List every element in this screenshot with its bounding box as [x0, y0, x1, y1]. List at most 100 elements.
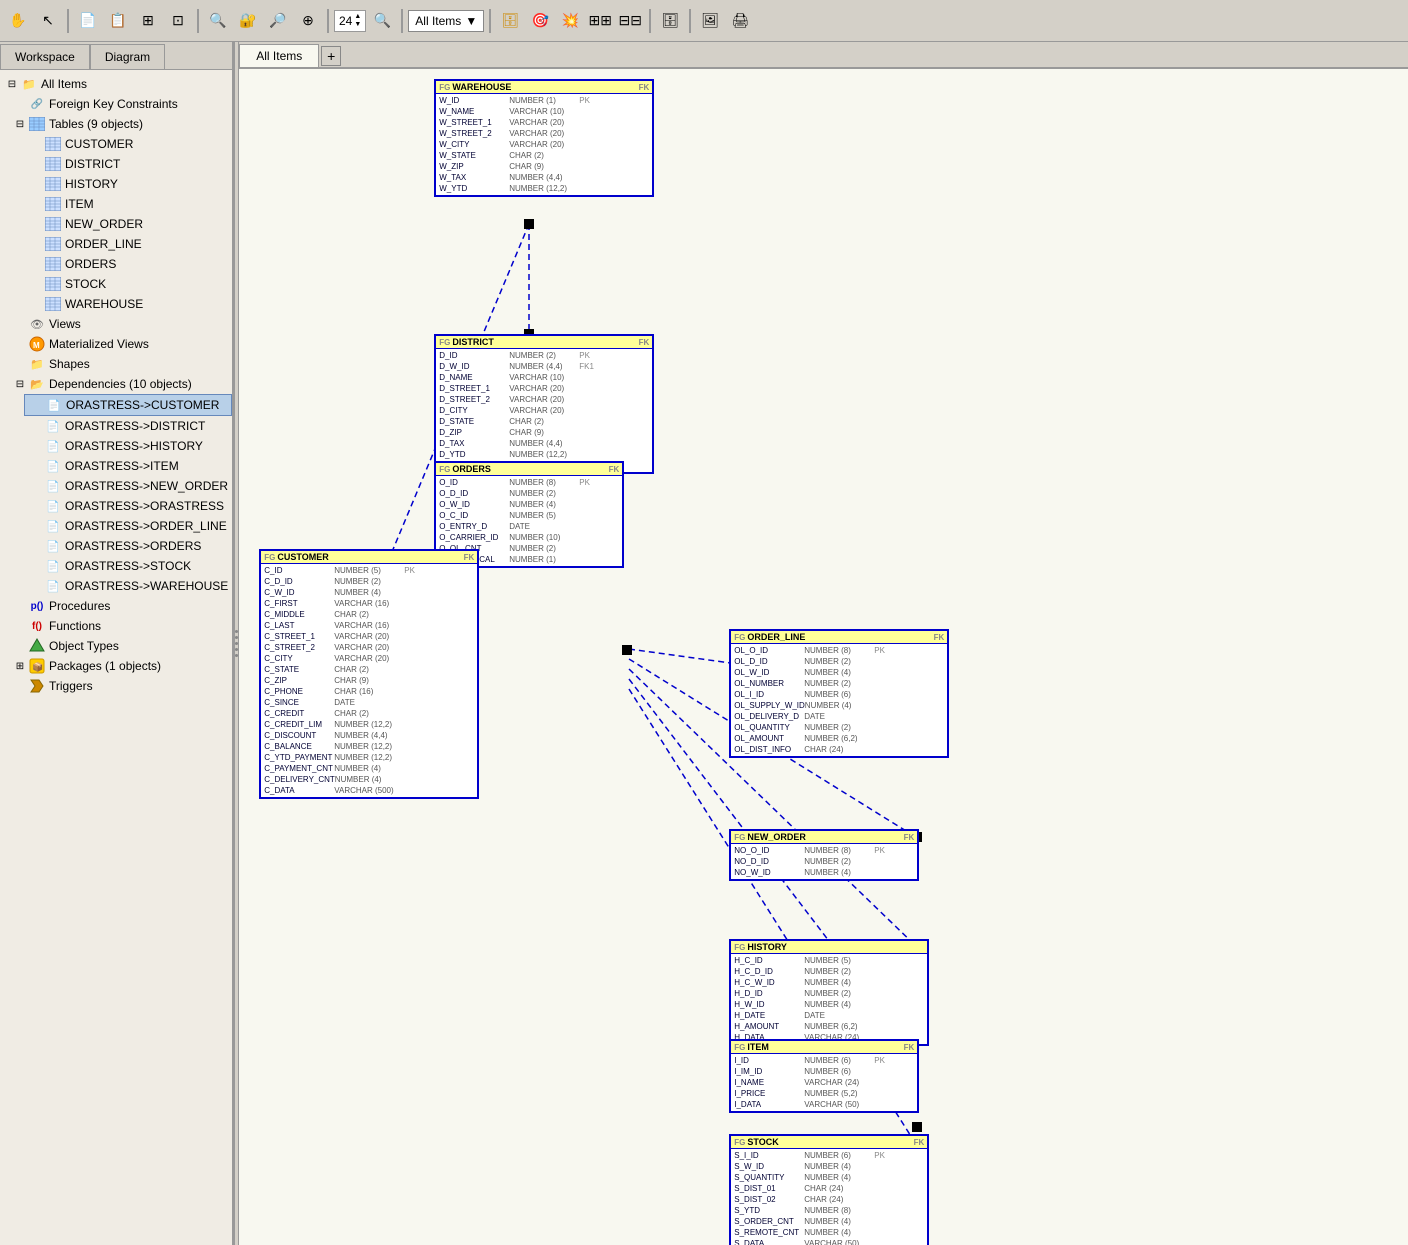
tree-item-dep10[interactable]: 📄 ORASTRESS->WAREHOUSE: [24, 576, 232, 596]
diagram-tab-all-items[interactable]: All Items: [239, 44, 319, 67]
procedures-label: Procedures: [49, 599, 110, 613]
dep2-label: ORASTRESS->DISTRICT: [65, 419, 205, 433]
db-table-district[interactable]: FG DISTRICT FK D_IDNUMBER (2)PK D_W_IDNU…: [434, 334, 654, 474]
plus-btn[interactable]: ⊕: [294, 7, 322, 35]
root-expander[interactable]: ⊟: [4, 76, 20, 92]
dep-icon-9: 📄: [44, 558, 62, 574]
tree-item-stock[interactable]: STOCK: [24, 274, 232, 294]
copy-btn[interactable]: 📋: [104, 7, 132, 35]
grid2-btn[interactable]: ⊡: [164, 7, 192, 35]
tree-item-dep4[interactable]: 📄 ORASTRESS->ITEM: [24, 456, 232, 476]
table-icon-order-line: [44, 236, 62, 252]
grid-btn[interactable]: ⊞: [134, 7, 162, 35]
tree-item-packages[interactable]: ⊞ 📦 Packages (1 objects): [8, 656, 232, 676]
img-btn1[interactable]: 🖼: [696, 7, 724, 35]
object-types-label: Object Types: [49, 639, 119, 653]
tree-item-shapes[interactable]: 📁 Shapes: [8, 354, 232, 374]
tree-item-views[interactable]: 👁 Views: [8, 314, 232, 334]
tree-item-object-types[interactable]: Object Types: [8, 636, 232, 656]
tree-item-triggers[interactable]: Triggers: [8, 676, 232, 696]
db-table-customer-header: FG CUSTOMER FK: [261, 551, 477, 564]
tree-item-dep2[interactable]: 📄 ORASTRESS->DISTRICT: [24, 416, 232, 436]
add-diagram-tab-btn[interactable]: +: [321, 46, 341, 66]
tree-item-dep8[interactable]: 📄 ORASTRESS->ORDERS: [24, 536, 232, 556]
tree-item-dep1[interactable]: 📄 ORASTRESS->CUSTOMER: [24, 394, 232, 416]
db-btn4[interactable]: ⊞⊞: [586, 7, 614, 35]
triggers-label: Triggers: [49, 679, 93, 693]
orders-label: ORDERS: [65, 257, 116, 271]
table-row: C_CREDIT_LIMNUMBER (12,2): [262, 719, 476, 730]
db-table-history-header: FG HISTORY: [731, 941, 927, 954]
tree-item-tables[interactable]: ⊟ Tables (9 objects): [8, 114, 232, 134]
db-btn3[interactable]: 💥: [556, 7, 584, 35]
db-table-warehouse[interactable]: FG WAREHOUSE FK W_IDNUMBER (1)PK W_NAMEV…: [434, 79, 654, 197]
separator-6: [649, 9, 651, 33]
tree-item-dep6[interactable]: 📄 ORASTRESS->ORASTRESS: [24, 496, 232, 516]
deps-expander[interactable]: ⊟: [12, 376, 28, 392]
tree-item-functions[interactable]: f() Functions: [8, 616, 232, 636]
tab-workspace[interactable]: Workspace: [0, 44, 90, 69]
tree-item-customer[interactable]: CUSTOMER: [24, 134, 232, 154]
views-label: Views: [49, 317, 81, 331]
all-items-dropdown[interactable]: All Items ▼: [408, 10, 484, 32]
resize-dot: [235, 630, 238, 633]
packages-expander[interactable]: ⊞: [12, 658, 28, 674]
resize-dot: [235, 654, 238, 657]
img-btn2[interactable]: 🖨: [726, 7, 754, 35]
customer-label: CUSTOMER: [65, 137, 133, 151]
tree-item-fk[interactable]: 🔗 Foreign Key Constraints: [8, 94, 232, 114]
tree-item-dep9[interactable]: 📄 ORASTRESS->STOCK: [24, 556, 232, 576]
db-table-order-line[interactable]: FG ORDER_LINE FK OL_O_IDNUMBER (8)PK OL_…: [729, 629, 949, 758]
new-order-label: NEW_ORDER: [65, 217, 143, 231]
table-row: C_YTD_PAYMENTNUMBER (12,2): [262, 752, 476, 763]
search-btn[interactable]: 🔍: [204, 7, 232, 35]
print-btn[interactable]: 🗄: [656, 7, 684, 35]
tree-item-dep3[interactable]: 📄 ORASTRESS->HISTORY: [24, 436, 232, 456]
dep-icon-7: 📄: [44, 518, 62, 534]
table-icon-orders: [44, 256, 62, 272]
tree-item-history[interactable]: HISTORY: [24, 174, 232, 194]
table-row: H_W_IDNUMBER (4): [732, 999, 926, 1010]
tree-item-dependencies[interactable]: ⊟ 📂 Dependencies (10 objects): [8, 374, 232, 394]
tab-diagram[interactable]: Diagram: [90, 44, 165, 69]
table-row: C_FIRSTVARCHAR (16): [262, 598, 476, 609]
svg-text:📦: 📦: [32, 661, 43, 672]
tree-root[interactable]: ⊟ 📁 All Items: [0, 74, 232, 94]
db-table-new-order[interactable]: FG NEW_ORDER FK NO_O_IDNUMBER (8)PK NO_D…: [729, 829, 919, 881]
fit-btn[interactable]: 🔍: [368, 7, 396, 35]
tree-item-dep5[interactable]: 📄 ORASTRESS->NEW_ORDER: [24, 476, 232, 496]
cursor-tool-btn[interactable]: ✋: [4, 7, 32, 35]
fk-expander: [12, 96, 28, 112]
tables-expander[interactable]: ⊟: [12, 116, 28, 132]
shapes-label: Shapes: [49, 357, 90, 371]
table-row: W_STATECHAR (2): [437, 150, 651, 161]
zoom-btn[interactable]: 🔎: [264, 7, 292, 35]
db-table-stock[interactable]: FG STOCK FK S_I_IDNUMBER (6)PK S_W_IDNUM…: [729, 1134, 929, 1245]
select-tool-btn[interactable]: ↖: [34, 7, 62, 35]
db-table-item[interactable]: FG ITEM FK I_IDNUMBER (6)PK I_IM_IDNUMBE…: [729, 1039, 919, 1113]
tree-item-orders[interactable]: ORDERS: [24, 254, 232, 274]
tree-item-item[interactable]: ITEM: [24, 194, 232, 214]
resize-dot: [235, 648, 238, 651]
tree-item-warehouse[interactable]: WAREHOUSE: [24, 294, 232, 314]
tree-item-dep7[interactable]: 📄 ORASTRESS->ORDER_LINE: [24, 516, 232, 536]
tree-item-new-order[interactable]: NEW_ORDER: [24, 214, 232, 234]
db-table-new-order-body: NO_O_IDNUMBER (8)PK NO_D_IDNUMBER (2) NO…: [731, 844, 917, 879]
table-row: S_DIST_01CHAR (24): [732, 1183, 926, 1194]
db-btn1[interactable]: 🗄: [496, 7, 524, 35]
table-row: C_PAYMENT_CNTNUMBER (4): [262, 763, 476, 774]
table-row: H_DATEDATE: [732, 1010, 926, 1021]
db-btn2[interactable]: 🎯: [526, 7, 554, 35]
db-table-customer[interactable]: FG CUSTOMER FK C_IDNUMBER (5)PK C_D_IDNU…: [259, 549, 479, 799]
new-btn[interactable]: 📄: [74, 7, 102, 35]
db-btn5[interactable]: ⊟⊟: [616, 7, 644, 35]
tree-item-mat-views[interactable]: M Materialized Views: [8, 334, 232, 354]
diagram-panel[interactable]: FG WAREHOUSE FK W_IDNUMBER (1)PK W_NAMEV…: [239, 69, 1408, 1245]
tree-item-district[interactable]: DISTRICT: [24, 154, 232, 174]
tree-item-procedures[interactable]: p() Procedures: [8, 596, 232, 616]
db-table-history[interactable]: FG HISTORY H_C_IDNUMBER (5) H_C_D_IDNUMB…: [729, 939, 929, 1046]
lock-btn[interactable]: 🔐: [234, 7, 262, 35]
table-row: NO_W_IDNUMBER (4): [732, 867, 916, 878]
tree-item-order-line[interactable]: ORDER_LINE: [24, 234, 232, 254]
table-icon-history: [44, 176, 62, 192]
